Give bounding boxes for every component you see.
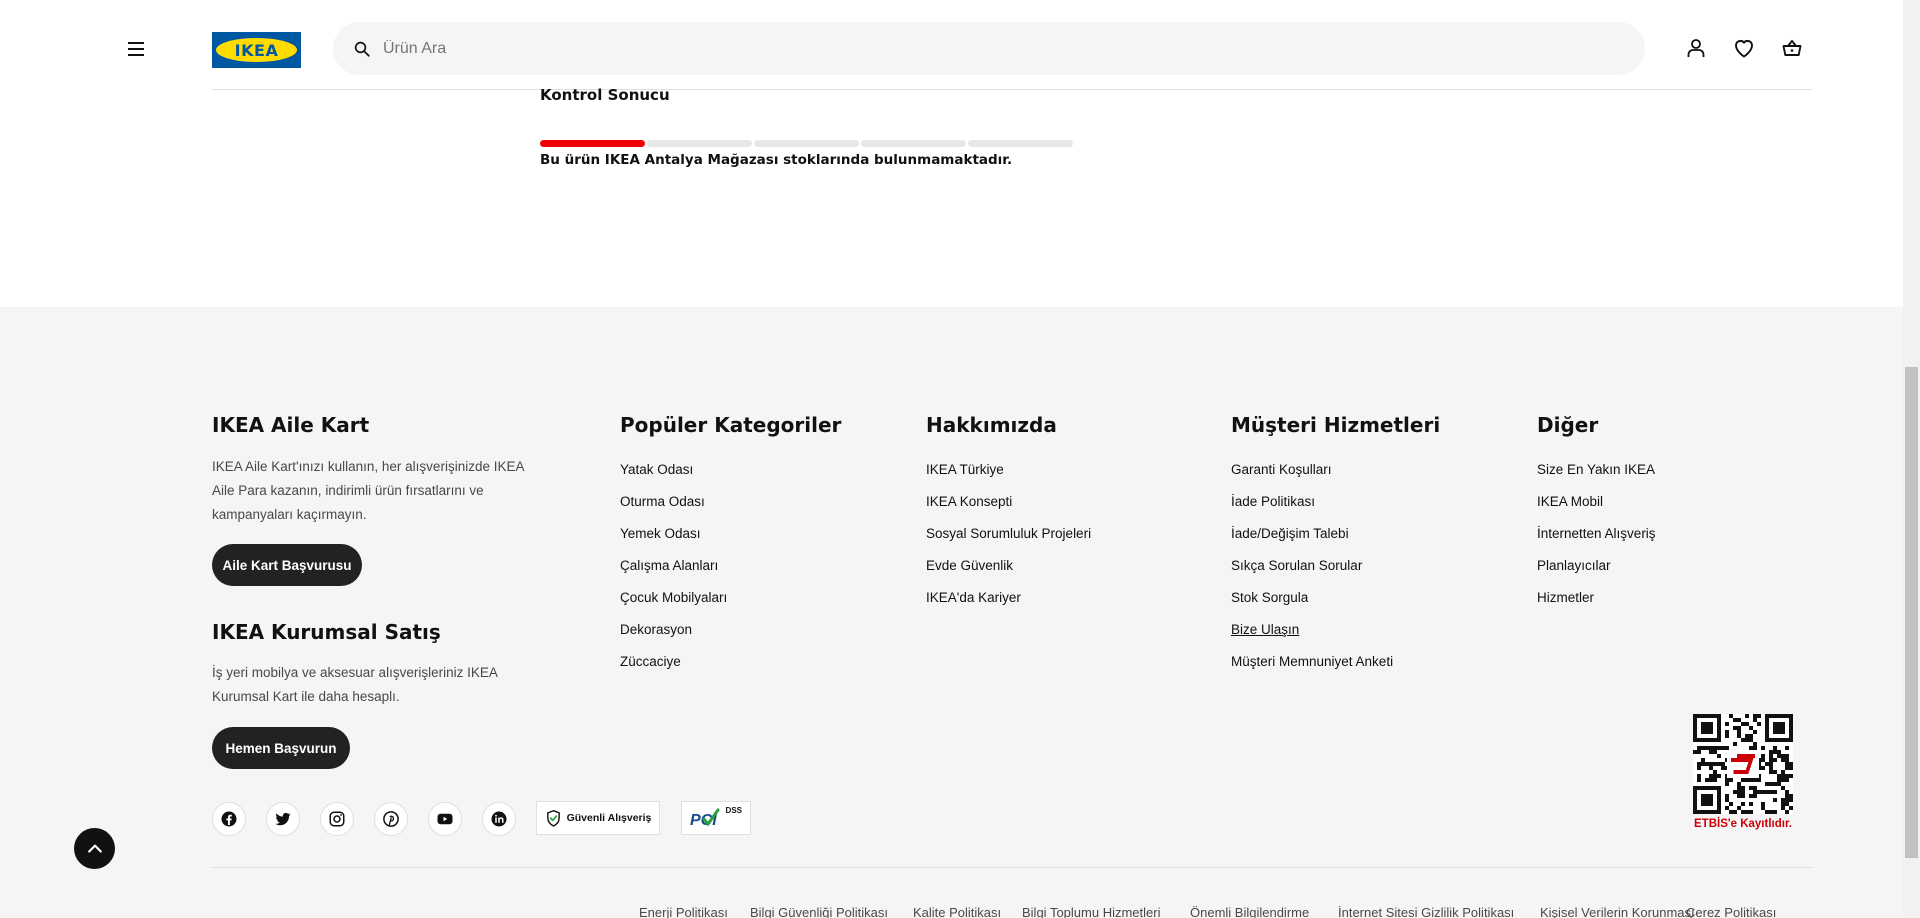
about-us-list: IKEA Türkiye IKEA Konsepti Sosyal Soruml… bbox=[926, 462, 1091, 622]
other-list: Size En Yakın IKEA IKEA Mobil İnternette… bbox=[1537, 462, 1656, 622]
footer-link[interactable]: Züccaciye bbox=[620, 654, 727, 686]
other-title: Diğer bbox=[1537, 413, 1599, 437]
footer-link[interactable]: Stok Sorgula bbox=[1231, 590, 1393, 622]
progress-segment bbox=[540, 140, 645, 147]
search-icon bbox=[354, 41, 370, 57]
footer-link[interactable]: IKEA Türkiye bbox=[926, 462, 1091, 494]
stock-result-title: Kontrol Sonucu bbox=[540, 86, 670, 104]
user-icon[interactable] bbox=[1684, 36, 1708, 60]
footer-link[interactable]: Dekorasyon bbox=[620, 622, 727, 654]
footer-link[interactable]: Oturma Odası bbox=[620, 494, 727, 526]
policy-link[interactable]: Kişisel Verilerin Korunması bbox=[1540, 905, 1695, 918]
footer-link[interactable]: Çocuk Mobilyaları bbox=[620, 590, 727, 622]
progress-segment bbox=[754, 140, 859, 147]
heart-icon[interactable] bbox=[1732, 36, 1756, 60]
corporate-apply-button[interactable]: Hemen Başvurun bbox=[212, 727, 350, 769]
secure-shopping-badge: Güvenli Alışveriş bbox=[536, 801, 660, 835]
chevron-up-icon bbox=[87, 844, 102, 853]
footer-link[interactable]: Hizmetler bbox=[1537, 590, 1656, 622]
family-card-title: IKEA Aile Kart bbox=[212, 413, 370, 437]
stock-progress-bar bbox=[540, 140, 1073, 147]
footer-link[interactable]: Garanti Koşulları bbox=[1231, 462, 1393, 494]
instagram-icon[interactable] bbox=[320, 802, 354, 836]
policy-link[interactable]: Önemli Bilgilendirme bbox=[1190, 905, 1309, 918]
search-bar[interactable] bbox=[333, 22, 1645, 75]
footer-link[interactable]: Sıkça Sorulan Sorular bbox=[1231, 558, 1393, 590]
footer-link[interactable]: Çalışma Alanları bbox=[620, 558, 727, 590]
policy-link[interactable]: Bilgi Güvenliği Politikası bbox=[750, 905, 888, 918]
about-us-title: Hakkımızda bbox=[926, 413, 1057, 437]
family-card-apply-button[interactable]: Aile Kart Başvurusu bbox=[212, 544, 362, 586]
header-divider bbox=[212, 89, 1812, 90]
pci-dss-label: DSS bbox=[725, 806, 742, 815]
progress-segment bbox=[647, 140, 752, 147]
footer-link[interactable]: Planlayıcılar bbox=[1537, 558, 1656, 590]
footer-link[interactable]: İnternetten Alışveriş bbox=[1537, 526, 1656, 558]
site-header: IKEA bbox=[0, 0, 1903, 90]
youtube-icon[interactable] bbox=[428, 802, 462, 836]
policy-link[interactable]: Çerez Politikası bbox=[1686, 905, 1776, 918]
contact-us-link[interactable]: Bize Ulaşın bbox=[1231, 622, 1393, 654]
etbis-qr-code[interactable] bbox=[1693, 712, 1793, 816]
customer-service-title: Müşteri Hizmetleri bbox=[1231, 413, 1441, 437]
policy-link[interactable]: İnternet Sitesi Gizlilik Politikası bbox=[1338, 905, 1514, 918]
twitter-icon[interactable] bbox=[266, 802, 300, 836]
shield-check-icon bbox=[546, 809, 560, 827]
policy-link[interactable]: Kalite Politikası bbox=[913, 905, 1001, 918]
pinterest-icon[interactable] bbox=[374, 802, 408, 836]
footer-link[interactable]: İade Politikası bbox=[1231, 494, 1393, 526]
footer-link[interactable]: IKEA Mobil bbox=[1537, 494, 1656, 526]
footer-link[interactable]: Müşteri Memnuniyet Anketi bbox=[1231, 654, 1393, 686]
progress-segment bbox=[861, 140, 966, 147]
footer-link[interactable]: Yemek Odası bbox=[620, 526, 727, 558]
policy-link[interactable]: Enerji Politikası bbox=[639, 905, 728, 918]
corporate-sales-title: IKEA Kurumsal Satış bbox=[212, 620, 441, 644]
back-to-top-button[interactable] bbox=[74, 828, 115, 869]
policy-link[interactable]: Bilgi Toplumu Hizmetleri bbox=[1022, 905, 1160, 918]
ikea-logo[interactable]: IKEA bbox=[212, 32, 301, 68]
footer-link[interactable]: Sosyal Sorumluluk Projeleri bbox=[926, 526, 1091, 558]
stock-result-message: Bu ürün IKEA Antalya Mağazası stoklarınd… bbox=[540, 152, 1013, 168]
footer-link[interactable]: Size En Yakın IKEA bbox=[1537, 462, 1656, 494]
hamburger-menu-icon[interactable] bbox=[124, 37, 148, 61]
customer-service-list: Garanti Koşulları İade Politikası İade/D… bbox=[1231, 462, 1393, 686]
popular-categories-list: Yatak Odası Oturma Odası Yemek Odası Çal… bbox=[620, 462, 727, 686]
main-content: IKEA Kontrol Sonucu Bu ürün IKEA Antalya… bbox=[0, 0, 1903, 307]
basket-icon[interactable] bbox=[1780, 36, 1804, 60]
footer-link[interactable]: Evde Güvenlik bbox=[926, 558, 1091, 590]
logo-text: IKEA bbox=[234, 40, 279, 60]
scrollbar-thumb[interactable] bbox=[1905, 367, 1918, 858]
etbis-registered-label: ETBİS'e Kayıtlıdır. bbox=[1694, 818, 1792, 830]
footer-link[interactable]: İade/Değişim Talebi bbox=[1231, 526, 1393, 558]
progress-segment bbox=[968, 140, 1073, 147]
linkedin-icon[interactable] bbox=[482, 802, 516, 836]
footer-link[interactable]: Yatak Odası bbox=[620, 462, 727, 494]
corporate-sales-text: İş yeri mobilya ve aksesuar alışverişler… bbox=[212, 665, 498, 704]
secure-shopping-label: Güvenli Alışveriş bbox=[566, 812, 652, 824]
footer-link[interactable]: IKEA'da Kariyer bbox=[926, 590, 1091, 622]
pci-dss-badge: PCI DSS bbox=[681, 801, 751, 835]
footer-divider bbox=[212, 867, 1812, 868]
search-input[interactable] bbox=[383, 39, 1583, 58]
family-card-text: IKEA Aile Kart'ınızı kullanın, her alışv… bbox=[212, 459, 524, 522]
footer-link[interactable]: IKEA Konsepti bbox=[926, 494, 1091, 526]
popular-categories-title: Popüler Kategoriler bbox=[620, 413, 842, 437]
facebook-icon[interactable] bbox=[212, 802, 246, 836]
